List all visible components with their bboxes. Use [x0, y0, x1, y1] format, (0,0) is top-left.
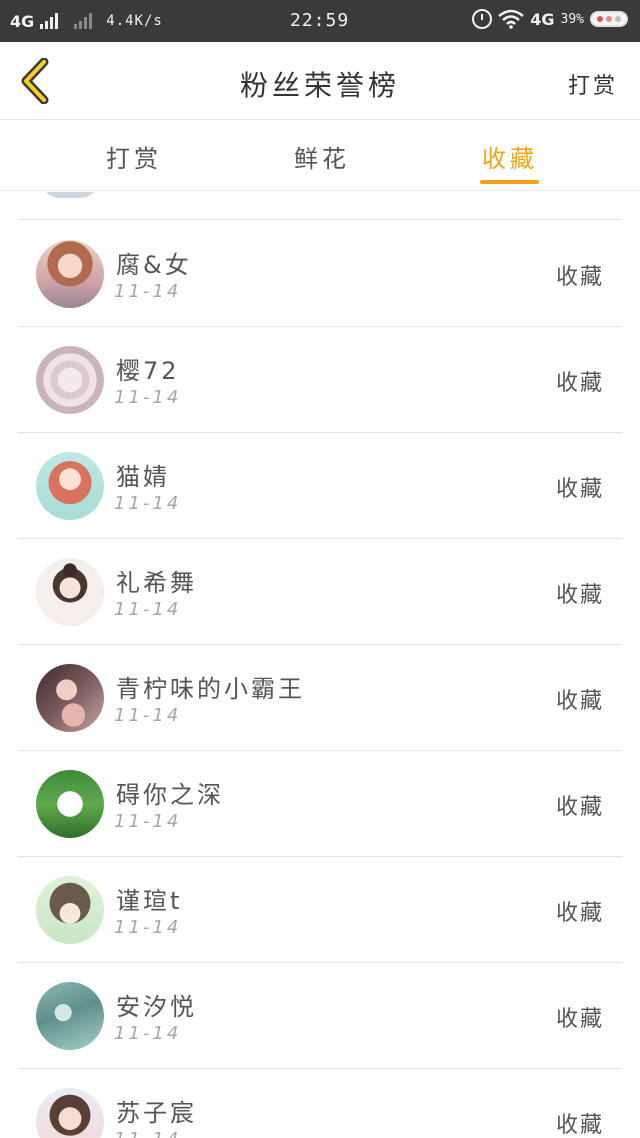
tab-bar: 打赏 鲜花 收藏: [0, 121, 640, 191]
action-label: 收藏: [555, 371, 604, 396]
signal-icon-secondary: [74, 13, 93, 29]
action-label: 收藏: [555, 901, 604, 926]
tab-favorites[interactable]: 收藏: [482, 139, 538, 174]
user-name: 礼希舞: [116, 569, 197, 597]
avatar: [36, 558, 104, 626]
action-label: 收藏: [555, 265, 604, 290]
tab-reward[interactable]: 打赏: [106, 139, 162, 174]
action-label: 收藏: [555, 583, 604, 608]
date: 11-14: [114, 917, 182, 938]
user-name: 猫婧: [116, 463, 170, 491]
action-label: 收藏: [555, 477, 604, 502]
date: 11-14: [114, 1129, 181, 1138]
list-item[interactable]: 礼希舞 11-14 收藏: [18, 539, 622, 645]
tab-flowers[interactable]: 鲜花: [294, 139, 350, 174]
list-item[interactable]: 腐&女 11-14 收藏: [18, 221, 622, 327]
avatar: [36, 240, 104, 308]
date: 11-14: [114, 387, 182, 408]
action-label: 收藏: [555, 795, 604, 820]
date: 11-14: [114, 811, 182, 832]
date: 11-14: [114, 281, 182, 302]
list-item[interactable]: 青柠味的小霸王 11-14 收藏: [18, 645, 622, 751]
page-title: 粉丝荣誉榜: [239, 69, 400, 102]
avatar: [36, 1088, 104, 1138]
date: 11-14: [114, 705, 182, 726]
battery-icon: [590, 11, 628, 27]
list-item[interactable]: 碍你之深 11-14 收藏: [18, 751, 622, 857]
user-name: 安汐悦: [116, 993, 197, 1021]
list-item[interactable]: 樱72 11-14 收藏: [18, 327, 622, 433]
avatar: [36, 346, 104, 414]
reward-button[interactable]: 打赏: [568, 68, 618, 100]
active-tab-indicator: [480, 180, 539, 184]
list-item[interactable]: 谨瑄t 11-14 收藏: [18, 857, 622, 963]
clock: 22:59: [290, 10, 350, 31]
list-item-partial: [18, 192, 622, 220]
status-bar: 4G 4.4K/s 22:59 4G 39%: [0, 0, 640, 42]
network-type: 4G: [10, 11, 35, 31]
avatar: [36, 452, 104, 520]
user-name: 碍你之深: [116, 781, 224, 809]
header: 粉丝荣誉榜 打赏: [0, 42, 640, 120]
list-item[interactable]: 苏子宸 11-14 收藏: [18, 1069, 622, 1138]
action-label: 收藏: [555, 689, 604, 714]
action-label: 收藏: [555, 1007, 604, 1032]
date: 11-14: [114, 493, 182, 514]
avatar: [36, 876, 104, 944]
user-name: 谨瑄t: [116, 887, 183, 915]
user-name: 樱72: [116, 357, 180, 385]
battery-percent: 39%: [560, 11, 584, 27]
alarm-icon: [472, 9, 493, 29]
avatar: [36, 664, 104, 732]
date: 11-14: [114, 599, 182, 620]
list-item[interactable]: 猫婧 11-14 收藏: [18, 433, 622, 539]
network-speed: 4.4K/s: [106, 13, 163, 29]
status-left: 4G 4.4K/s: [0, 12, 250, 31]
date: 11-14: [114, 1023, 182, 1044]
status-right: 4G 39%: [472, 9, 628, 29]
signal-icon: [40, 13, 59, 29]
user-name: 青柠味的小霸王: [116, 675, 305, 703]
user-name: 苏子宸: [116, 1099, 197, 1127]
user-name: 腐&女: [116, 251, 192, 279]
wifi-icon: [498, 9, 525, 29]
action-label: 收藏: [555, 1113, 604, 1138]
avatar: [36, 982, 104, 1050]
network-type-2: 4G: [530, 9, 555, 29]
list-item[interactable]: 安汐悦 11-14 收藏: [18, 963, 622, 1069]
avatar: [36, 770, 104, 838]
fan-list: 腐&女 11-14 收藏 樱72 11-14 收藏 猫婧 11-14 收藏 礼希…: [0, 192, 640, 1138]
